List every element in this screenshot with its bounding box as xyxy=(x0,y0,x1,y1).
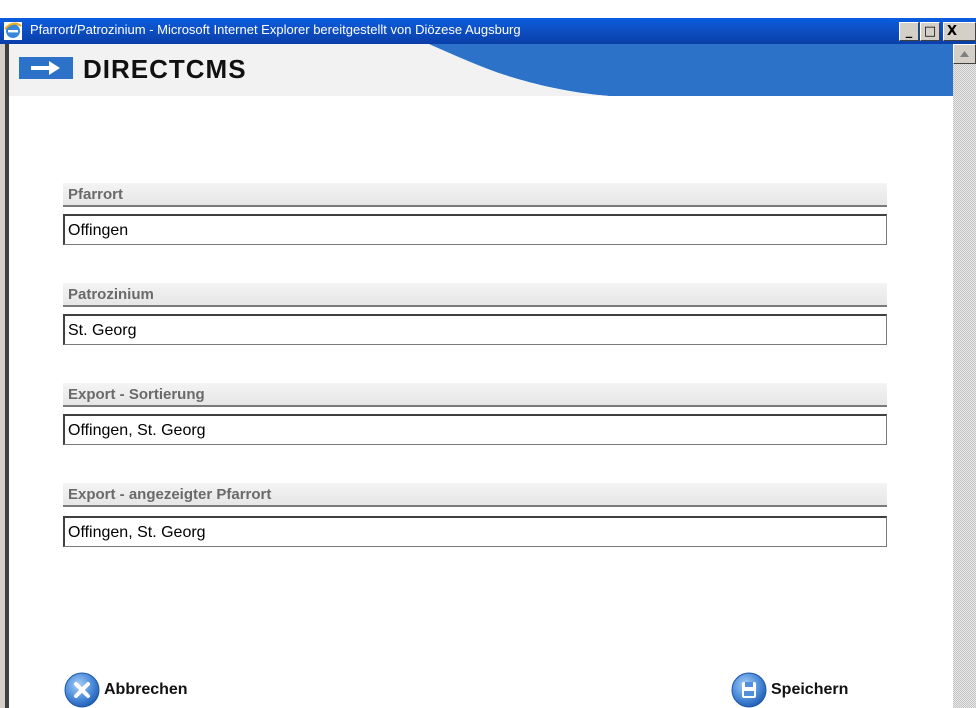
window-title: Pfarrort/Patrozinium - Microsoft Interne… xyxy=(30,22,521,37)
window-title-bar[interactable]: Pfarrort/Patrozinium - Microsoft Interne… xyxy=(0,18,976,44)
close-icon: X xyxy=(947,24,958,39)
minimize-icon: _ xyxy=(905,24,913,39)
window-frame-left xyxy=(0,44,9,708)
save-label: Speichern xyxy=(771,681,849,698)
desktop-strip xyxy=(0,0,976,18)
export-sortierung-input[interactable] xyxy=(63,414,887,445)
export-pfarrort-input[interactable] xyxy=(63,516,887,547)
chevron-up-icon xyxy=(960,51,969,57)
field-label-export-sortierung: Export - Sortierung xyxy=(63,383,887,407)
internet-explorer-icon xyxy=(4,22,22,40)
maximize-button[interactable]: □ xyxy=(920,22,940,41)
pfarrort-input[interactable] xyxy=(63,214,887,245)
floppy-disk-icon xyxy=(731,672,767,708)
vertical-scrollbar[interactable] xyxy=(953,44,976,708)
save-button[interactable]: Speichern xyxy=(731,672,848,708)
arrow-right-icon xyxy=(19,57,73,79)
cancel-label: Abbrechen xyxy=(104,681,188,698)
close-circle-icon xyxy=(64,672,100,708)
scroll-up-button[interactable] xyxy=(953,44,976,64)
maximize-icon: □ xyxy=(923,24,937,39)
field-label-patrozinium: Patrozinium xyxy=(63,283,887,307)
field-label-export-pfarrort: Export - angezeigter Pfarrort xyxy=(63,483,887,507)
close-button[interactable]: X xyxy=(943,22,976,41)
patrozinium-input[interactable] xyxy=(63,314,887,345)
cms-header: DIRECTCMS xyxy=(9,44,953,119)
minimize-button[interactable]: _ xyxy=(899,22,919,41)
logo-text: DIRECTCMS xyxy=(83,54,247,84)
field-label-pfarrort: Pfarrort xyxy=(63,183,887,207)
cancel-button[interactable]: Abbrechen xyxy=(64,672,188,708)
